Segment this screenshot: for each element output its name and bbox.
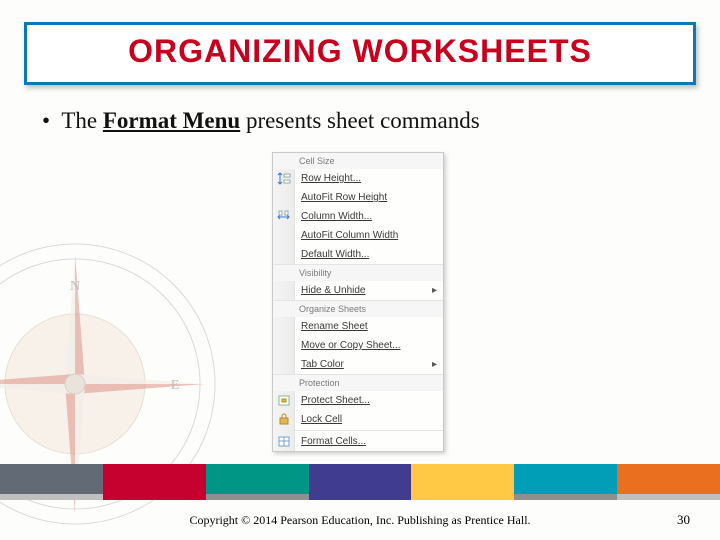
svg-text:N: N: [70, 279, 80, 294]
thin-stripes: [0, 494, 720, 500]
row-height-icon: [277, 172, 291, 185]
menu-item-tab-color[interactable]: Tab Color ▸: [273, 355, 443, 374]
copyright: Copyright © 2014 Pearson Education, Inc.…: [0, 513, 720, 528]
protect-sheet-icon: [277, 394, 291, 407]
bullet-pre: The: [61, 108, 103, 133]
menu-header: Protection: [273, 374, 443, 391]
bullet-dot: •: [42, 108, 56, 134]
menu-item-hide-unhide[interactable]: Hide & Unhide ▸: [273, 281, 443, 300]
menu-header: Organize Sheets: [273, 300, 443, 317]
menu-item-rename-sheet[interactable]: Rename Sheet: [273, 317, 443, 336]
lock-cell-icon: [277, 413, 291, 426]
menu-item-default-width[interactable]: Default Width...: [273, 245, 443, 264]
menu-item-autofit-col[interactable]: AutoFit Column Width: [273, 226, 443, 245]
col-width-icon: [277, 210, 291, 223]
submenu-arrow-icon: ▸: [432, 285, 437, 296]
svg-text:E: E: [171, 378, 180, 393]
menu-item-protect-sheet[interactable]: Protect Sheet...: [273, 391, 443, 410]
menu-item-col-width[interactable]: Column Width...: [273, 207, 443, 226]
menu-item-autofit-row[interactable]: AutoFit Row Height: [273, 188, 443, 207]
color-stripes: [0, 464, 720, 494]
menu-item-row-height[interactable]: Row Height...: [273, 169, 443, 188]
menu-item-move-copy[interactable]: Move or Copy Sheet...: [273, 336, 443, 355]
format-cells-icon: [277, 435, 291, 448]
slide-title-box: ORGANIZING WORKSHEETS: [24, 22, 696, 85]
bullet-bold: Format Menu: [103, 108, 240, 133]
submenu-arrow-icon: ▸: [432, 359, 437, 370]
bullet-post: presents sheet commands: [240, 108, 480, 133]
page-number: 30: [677, 512, 690, 528]
format-menu: Cell Size Row Height... AutoFit Row Heig…: [272, 152, 444, 452]
menu-header: Cell Size: [273, 153, 443, 169]
bullet-line: • The Format Menu presents sheet command…: [42, 108, 480, 134]
slide-title: ORGANIZING WORKSHEETS: [27, 33, 693, 70]
menu-header: Visibility: [273, 264, 443, 281]
menu-item-lock-cell[interactable]: Lock Cell: [273, 410, 443, 429]
menu-item-format-cells[interactable]: Format Cells...: [273, 432, 443, 451]
